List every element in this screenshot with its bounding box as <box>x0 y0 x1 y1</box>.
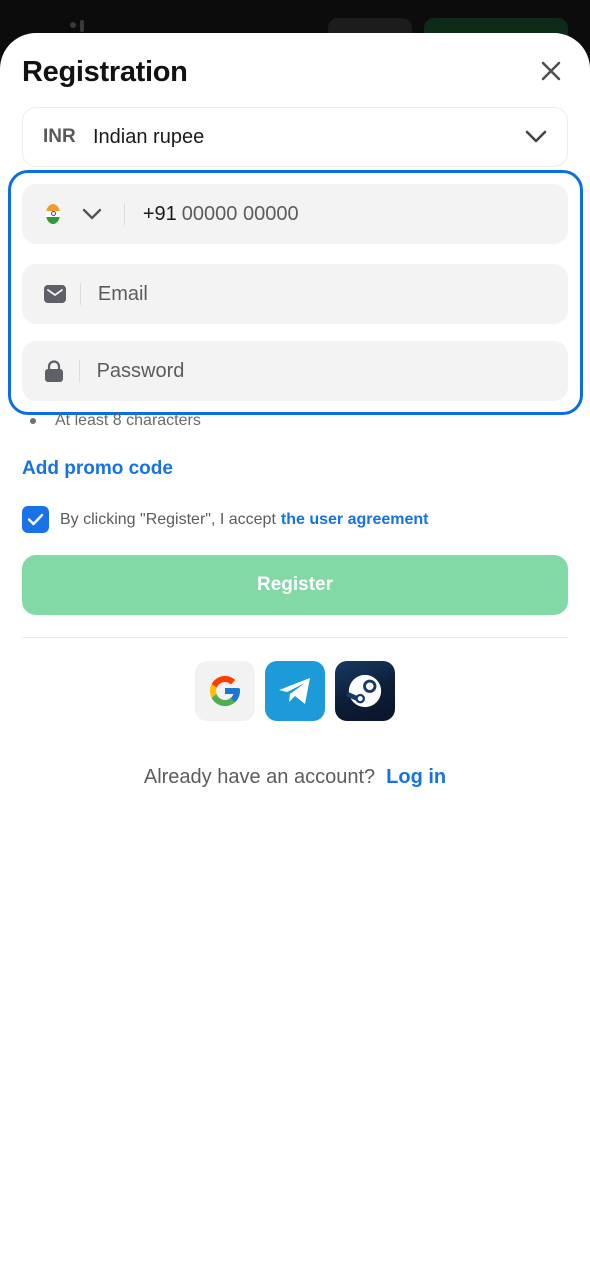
field-divider <box>78 360 80 382</box>
password-requirement: At least 8 characters <box>30 412 201 430</box>
agreement-row: By clicking "Register", I accept the use… <box>22 506 429 533</box>
login-question: Already have an account? <box>143 766 376 788</box>
telegram-icon <box>279 678 310 704</box>
chevron-down-icon <box>525 130 547 143</box>
field-divider <box>124 203 125 225</box>
field-divider <box>80 283 81 305</box>
currency-name: Indian rupee <box>93 125 205 148</box>
close-button[interactable] <box>536 56 566 86</box>
currency-code: INR <box>43 126 76 147</box>
steam-icon <box>346 674 382 708</box>
currency-select[interactable]: INR Indian rupee <box>22 107 568 167</box>
email-input[interactable] <box>97 282 568 306</box>
google-login-button[interactable] <box>195 661 255 721</box>
password-input[interactable] <box>96 359 568 383</box>
dial-code: +91 <box>142 202 177 225</box>
email-field <box>22 264 568 324</box>
log-in-link[interactable]: Log in <box>386 766 446 789</box>
telegram-login-button[interactable] <box>265 661 325 721</box>
login-prompt: Already have an account? Log in <box>0 766 590 789</box>
close-icon <box>541 61 561 81</box>
steam-login-button[interactable] <box>335 661 395 721</box>
google-icon <box>210 676 240 706</box>
chevron-down-icon <box>82 208 102 219</box>
bullet-icon <box>30 418 36 424</box>
agreement-text: By clicking "Register", I accept <box>60 510 276 528</box>
mail-icon <box>44 282 66 306</box>
user-agreement-link[interactable]: the user agreement <box>281 511 429 529</box>
social-login-row <box>195 661 395 721</box>
add-promo-code-link[interactable]: Add promo code <box>22 458 173 480</box>
register-button[interactable]: Register <box>22 555 568 615</box>
country-code-dropdown[interactable] <box>82 203 102 225</box>
phone-field: +91 <box>22 184 568 244</box>
checkmark-icon <box>27 513 44 526</box>
agreement-checkbox[interactable] <box>22 506 49 533</box>
divider <box>22 637 568 638</box>
app-logo-icon <box>66 18 90 34</box>
india-flag-icon <box>46 204 61 224</box>
page-title: Registration <box>22 56 188 88</box>
password-hint-text: At least 8 characters <box>55 412 201 429</box>
lock-icon <box>44 359 65 383</box>
phone-input[interactable] <box>181 202 568 226</box>
password-field <box>22 341 568 401</box>
